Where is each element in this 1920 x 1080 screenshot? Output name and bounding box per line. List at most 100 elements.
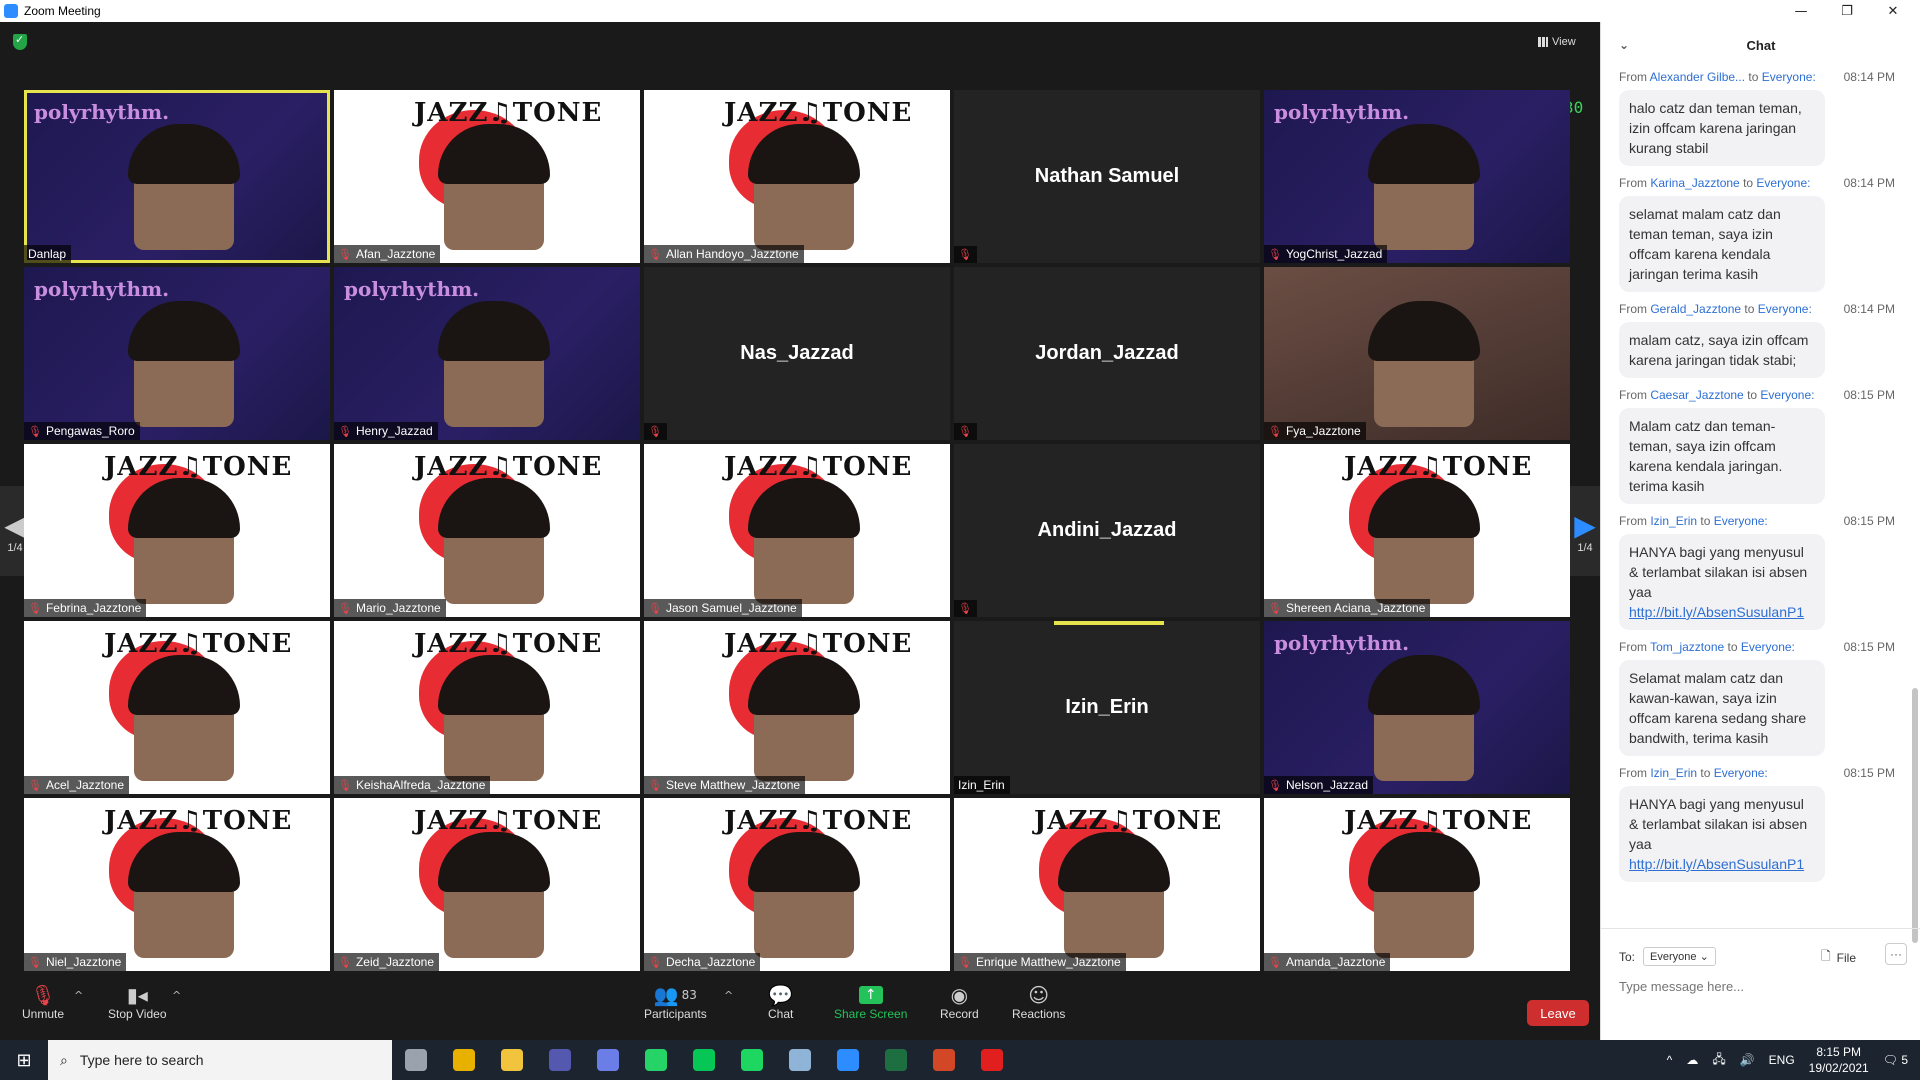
volume-icon[interactable]: 🔊 — [1740, 1053, 1755, 1067]
recipient-name[interactable]: Everyone: — [1714, 766, 1768, 780]
clock[interactable]: 8:15 PM 19/02/2021 — [1809, 1044, 1869, 1076]
chrome-taskbar-button[interactable] — [440, 1040, 488, 1080]
whatsapp-taskbar-button[interactable] — [632, 1040, 680, 1080]
participant-tile[interactable]: 🎙 Fya_Jazztone — [1264, 267, 1570, 440]
participant-tile[interactable]: JAZZ♫TONE 🎙 Acel_Jazztone — [24, 621, 330, 794]
view-button[interactable]: View — [1538, 32, 1590, 52]
chat-button[interactable]: 💬 Chat — [768, 983, 793, 1021]
audio-options-caret[interactable]: ^ — [74, 989, 83, 1002]
microphone-muted-icon: 🎙 — [28, 601, 42, 615]
chat-message-input[interactable] — [1619, 979, 1899, 994]
participant-tile[interactable]: JAZZ♫TONE 🎙 Amanda_Jazztone — [1264, 798, 1570, 971]
sender-name[interactable]: Alexander Gilbe... — [1650, 70, 1745, 84]
notification-center-button[interactable]: 🗨 5 — [1883, 1053, 1908, 1067]
powerpoint-taskbar-button[interactable] — [920, 1040, 968, 1080]
chat-message: From Izin_Erin to Everyone: 08:15 PM HANYA… — [1601, 764, 1901, 882]
participant-tile[interactable]: JAZZ♫TONE 🎙 Mario_Jazztone — [334, 444, 640, 617]
encryption-shield-icon[interactable] — [13, 33, 27, 50]
message-link[interactable]: http://bit.ly/AbsenSusulanP1 — [1629, 856, 1804, 872]
participant-tile[interactable]: polyrhythm. 🎙 YogChrist_Jazzad — [1264, 90, 1570, 263]
microphone-muted-icon: 🎙 — [1268, 955, 1282, 969]
sender-name[interactable]: Izin_Erin — [1650, 766, 1697, 780]
participant-tile[interactable]: polyrhythm. 🎙 Pengawas_Roro — [24, 267, 330, 440]
participant-tile[interactable]: JAZZ♫TONE 🎙 Afan_Jazztone — [334, 90, 640, 263]
participant-tile[interactable]: JAZZ♫TONE 🎙 Decha_Jazztone — [644, 798, 950, 971]
recipient-name[interactable]: Everyone: — [1741, 640, 1795, 654]
participants-button[interactable]: 👥 83 Participants — [644, 983, 707, 1021]
file-button[interactable]: 🗋 File — [1821, 947, 1856, 968]
taskbar-search[interactable]: ⌕ Type here to search — [48, 1040, 392, 1080]
onedrive-icon[interactable]: ☁ — [1686, 1053, 1698, 1067]
participant-tile[interactable]: polyrhythm. 🎙 Henry_Jazzad — [334, 267, 640, 440]
teams-taskbar-button[interactable] — [536, 1040, 584, 1080]
participant-tile[interactable]: JAZZ♫TONE 🎙 Shereen Aciana_Jazztone — [1264, 444, 1570, 617]
message-time: 08:15 PM — [1843, 640, 1895, 654]
participant-tile[interactable]: polyrhythm. 🎙 Nelson_Jazzad — [1264, 621, 1570, 794]
spotify-taskbar-button[interactable] — [728, 1040, 776, 1080]
video-options-caret[interactable]: ^ — [172, 989, 181, 1002]
sender-name[interactable]: Izin_Erin — [1650, 514, 1697, 528]
participant-tile[interactable]: Izin_Erin Izin_Erin — [954, 621, 1260, 794]
chat-scrollbar[interactable] — [1912, 68, 1918, 943]
close-button[interactable]: ✕ — [1870, 0, 1916, 22]
participant-video — [1368, 124, 1480, 250]
participant-tile[interactable]: JAZZ♫TONE 🎙 Steve Matthew_Jazztone — [644, 621, 950, 794]
recipient-name[interactable]: Everyone: — [1762, 70, 1816, 84]
participant-tile[interactable]: Nathan Samuel 🎙 — [954, 90, 1260, 263]
participant-name: Henry_Jazzad — [355, 424, 433, 438]
reactions-button[interactable]: ☺ Reactions — [1012, 983, 1065, 1021]
recipient-name[interactable]: Everyone: — [1756, 176, 1810, 190]
reactions-label: Reactions — [1012, 1007, 1066, 1021]
leave-button[interactable]: Leave — [1527, 1000, 1589, 1026]
task-view-taskbar-button[interactable] — [392, 1040, 440, 1080]
sender-name[interactable]: Caesar_Jazztone — [1650, 388, 1743, 402]
sender-name[interactable]: Tom_jazztone — [1650, 640, 1724, 654]
zoom-taskbar-button[interactable] — [824, 1040, 872, 1080]
participant-name: Amanda_Jazztone — [1285, 955, 1386, 969]
participant-tile[interactable]: Nas_Jazzad 🎙 — [644, 267, 950, 440]
recipient-select[interactable]: Everyone ⌄ — [1643, 947, 1716, 966]
share-screen-button[interactable]: ↑ Share Screen — [834, 983, 907, 1021]
chevron-up-icon[interactable]: ^ — [1667, 1053, 1673, 1067]
stop-video-button[interactable]: ▮◂ Stop Video — [108, 983, 167, 1021]
next-page-button[interactable]: ▶ 1/4 — [1570, 486, 1600, 576]
participant-tile[interactable]: JAZZ♫TONE 🎙 Niel_Jazztone — [24, 798, 330, 971]
chevron-down-icon[interactable]: ⌄ — [1619, 38, 1629, 52]
participant-tile[interactable]: JAZZ♫TONE 🎙 Allan Handoyo_Jazztone — [644, 90, 950, 263]
discord-taskbar-button[interactable] — [584, 1040, 632, 1080]
scrollbar-thumb[interactable] — [1912, 688, 1918, 943]
participant-tile[interactable]: Jordan_Jazzad 🎙 — [954, 267, 1260, 440]
participant-tile[interactable]: polyrhythm. Danlap — [24, 90, 330, 263]
restore-button[interactable]: ❐ — [1824, 0, 1870, 22]
windows-start-button[interactable]: ⊞ — [0, 1040, 48, 1080]
sender-name[interactable]: Karina_Jazztone — [1650, 176, 1739, 190]
participant-tile[interactable]: JAZZ♫TONE 🎙 Zeid_Jazztone — [334, 798, 640, 971]
sender-name[interactable]: Gerald_Jazztone — [1650, 302, 1741, 316]
network-icon[interactable]: 🖧 — [1712, 1050, 1725, 1071]
recipient-name[interactable]: Everyone: — [1760, 388, 1814, 402]
clock-time: 8:15 PM — [1816, 1045, 1862, 1059]
participant-tile[interactable]: JAZZ♫TONE 🎙 KeishaAlfreda_Jazztone — [334, 621, 640, 794]
participant-tile[interactable]: JAZZ♫TONE 🎙 Jason Samuel_Jazztone — [644, 444, 950, 617]
recipient-name[interactable]: Everyone: — [1714, 514, 1768, 528]
minimize-button[interactable]: — — [1778, 0, 1824, 22]
recipient-name[interactable]: Everyone: — [1758, 302, 1812, 316]
participants-options-caret[interactable]: ^ — [724, 989, 733, 1002]
excel-taskbar-button[interactable] — [872, 1040, 920, 1080]
more-options-button[interactable]: ··· — [1885, 943, 1907, 965]
chat-message-list[interactable]: From Alexander Gilbe... to Everyone: 08:1… — [1601, 68, 1901, 928]
file-explorer-taskbar-button[interactable] — [488, 1040, 536, 1080]
language-indicator[interactable]: ENG — [1769, 1053, 1795, 1067]
remote-desktop-taskbar-button[interactable] — [776, 1040, 824, 1080]
message-link[interactable]: http://bit.ly/AbsenSusulanP1 — [1629, 604, 1804, 620]
participant-tile[interactable]: JAZZ♫TONE 🎙 Enrique Matthew_Jazztone — [954, 798, 1260, 971]
record-button[interactable]: ◉ Record — [940, 983, 979, 1021]
microphone-muted-icon: 🎙 — [30, 983, 56, 1007]
participant-video — [128, 478, 240, 604]
acrobat-taskbar-button[interactable] — [968, 1040, 1016, 1080]
participant-tile[interactable]: Andini_Jazzad 🎙 — [954, 444, 1260, 617]
line-taskbar-button[interactable] — [680, 1040, 728, 1080]
unmute-button[interactable]: 🎙 Unmute — [22, 983, 64, 1021]
message-text: halo catz dan teman teman, izin offcam k… — [1629, 100, 1802, 156]
participant-tile[interactable]: JAZZ♫TONE 🎙 Febrina_Jazztone — [24, 444, 330, 617]
